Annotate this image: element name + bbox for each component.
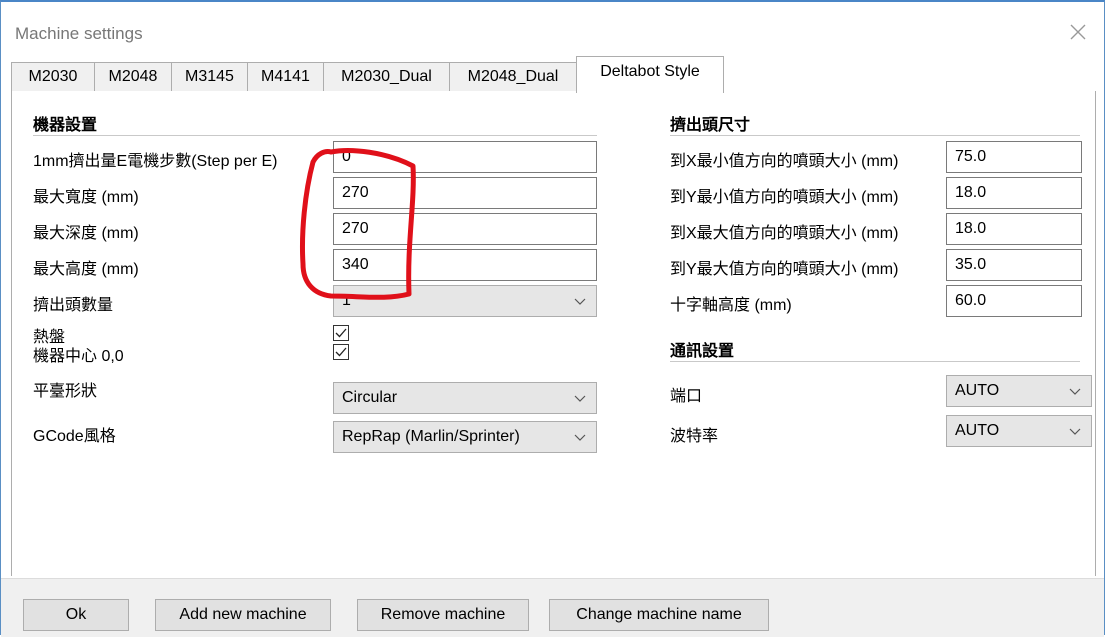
steps-per-e-label: 1mm擠出量E電機步數(Step per E) xyxy=(33,153,278,170)
bed-shape-label: 平臺形狀 xyxy=(33,383,98,400)
machine-section-title: 機器設置 xyxy=(33,117,98,134)
gcode-flavor-value: RepRap (Marlin/Sprinter) xyxy=(342,428,520,445)
extruder-count-value: 1 xyxy=(342,292,351,309)
tab-m2030-dual[interactable]: M2030_Dual xyxy=(323,62,450,92)
tab-m2030[interactable]: M2030 xyxy=(11,62,95,92)
tab-m4141[interactable]: M4141 xyxy=(247,62,324,92)
head-min-y-label: 到Y最小值方向的噴頭大小 (mm) xyxy=(670,189,899,206)
machine-tabs: M2030 M2048 M3145 M4141 M2030_Dual M2048… xyxy=(11,56,1096,93)
gcode-flavor-label: GCode風格 xyxy=(33,428,116,445)
machine-settings-window: Machine settings M2030 M2048 M3145 M4141… xyxy=(0,0,1105,637)
max-width-input[interactable]: 270 xyxy=(333,177,597,209)
machine-section-divider xyxy=(33,135,597,136)
head-min-y-input[interactable]: 18.0 xyxy=(946,177,1082,209)
comm-section-divider xyxy=(670,361,1080,362)
add-machine-button[interactable]: Add new machine xyxy=(155,599,331,631)
serial-port-label: 端口 xyxy=(670,388,703,405)
heated-bed-checkbox[interactable] xyxy=(333,325,349,341)
head-max-y-label: 到Y最大值方向的噴頭大小 (mm) xyxy=(670,261,899,278)
max-depth-label: 最大深度 (mm) xyxy=(33,225,139,242)
machine-center-checkbox[interactable] xyxy=(333,344,349,360)
head-max-x-label: 到X最大值方向的噴頭大小 (mm) xyxy=(670,225,899,242)
gcode-flavor-select[interactable]: RepRap (Marlin/Sprinter) xyxy=(333,421,597,453)
bed-shape-select[interactable]: Circular xyxy=(333,382,597,414)
button-bar: Ok Add new machine Remove machine Change… xyxy=(1,578,1104,637)
tab-m2048[interactable]: M2048 xyxy=(94,62,172,92)
ok-button[interactable]: Ok xyxy=(23,599,129,631)
settings-panel: 機器設置 1mm擠出量E電機步數(Step per E) 0 最大寬度 (mm)… xyxy=(11,91,1096,576)
chevron-down-icon xyxy=(1069,428,1081,435)
chevron-down-icon xyxy=(1069,388,1081,395)
extruder-count-select[interactable]: 1 xyxy=(333,285,597,317)
printhead-section-divider xyxy=(670,135,1080,136)
head-max-x-input[interactable]: 18.0 xyxy=(946,213,1082,245)
max-height-label: 最大高度 (mm) xyxy=(33,261,139,278)
steps-per-e-input[interactable]: 0 xyxy=(333,141,597,173)
chevron-down-icon xyxy=(574,395,586,402)
chevron-down-icon xyxy=(574,434,586,441)
max-depth-input[interactable]: 270 xyxy=(333,213,597,245)
bed-shape-value: Circular xyxy=(342,389,398,406)
max-width-label: 最大寬度 (mm) xyxy=(33,189,139,206)
head-max-y-input[interactable]: 35.0 xyxy=(946,249,1082,281)
checkmark-icon xyxy=(335,328,347,338)
chevron-down-icon xyxy=(574,298,586,305)
tab-deltabot-style[interactable]: Deltabot Style xyxy=(576,56,724,93)
close-icon[interactable] xyxy=(1066,20,1090,44)
extruder-count-label: 擠出頭數量 xyxy=(33,297,114,314)
gantry-height-input[interactable]: 60.0 xyxy=(946,285,1082,317)
head-min-x-label: 到X最小值方向的噴頭大小 (mm) xyxy=(670,153,899,170)
remove-machine-button[interactable]: Remove machine xyxy=(357,599,529,631)
title-bar: Machine settings xyxy=(1,2,1104,54)
machine-center-label: 機器中心 0,0 xyxy=(33,348,124,365)
baud-rate-value: AUTO xyxy=(955,422,1000,439)
gantry-height-label: 十字軸高度 (mm) xyxy=(670,297,792,314)
printhead-section-title: 擠出頭尺寸 xyxy=(670,117,751,134)
serial-port-select[interactable]: AUTO xyxy=(946,375,1092,407)
baud-rate-select[interactable]: AUTO xyxy=(946,415,1092,447)
tab-m2048-dual[interactable]: M2048_Dual xyxy=(449,62,577,92)
change-machine-name-button[interactable]: Change machine name xyxy=(549,599,769,631)
comm-section-title: 通訊設置 xyxy=(670,343,735,360)
max-height-input[interactable]: 340 xyxy=(333,249,597,281)
window-title: Machine settings xyxy=(15,24,143,43)
head-min-x-input[interactable]: 75.0 xyxy=(946,141,1082,173)
baud-rate-label: 波特率 xyxy=(670,428,719,445)
checkmark-icon xyxy=(335,347,347,357)
tab-m3145[interactable]: M3145 xyxy=(171,62,248,92)
serial-port-value: AUTO xyxy=(955,382,1000,399)
